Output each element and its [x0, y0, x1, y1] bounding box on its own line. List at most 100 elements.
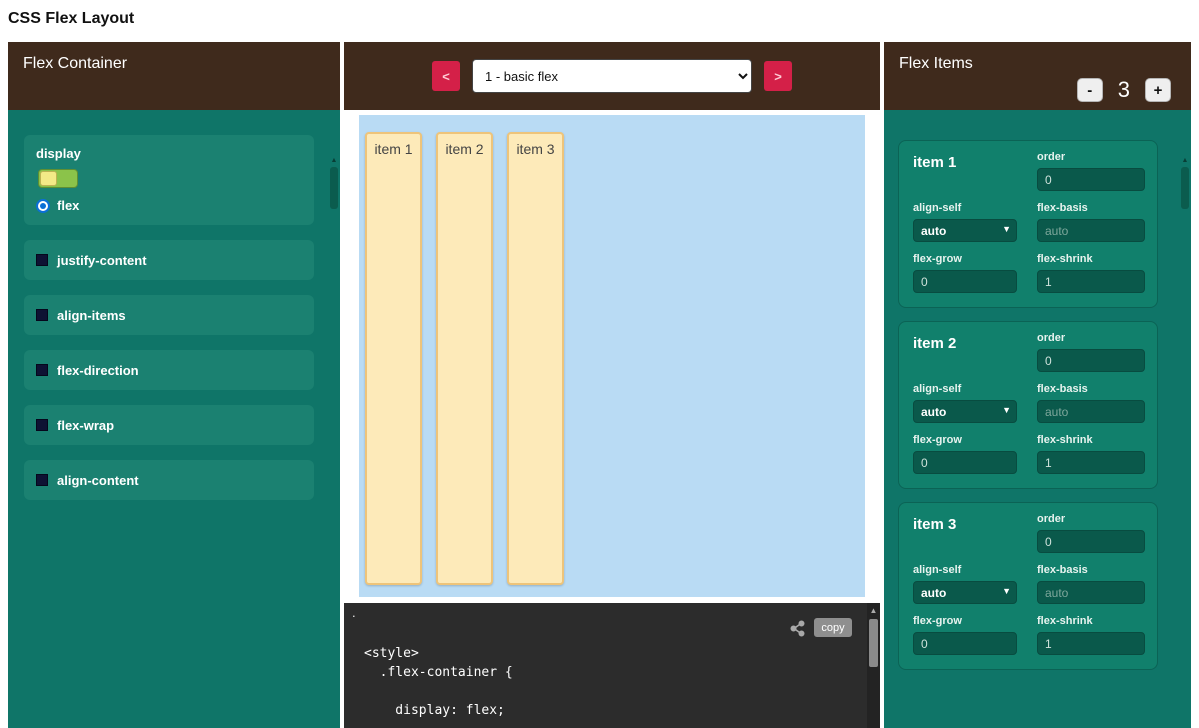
- order-field: order: [1037, 513, 1145, 553]
- align-self-label: align-self: [913, 383, 1027, 395]
- display-section: display flex: [24, 135, 314, 225]
- align-self-field: align-self auto ▼: [913, 202, 1027, 242]
- code-scrollbar[interactable]: ▲: [867, 603, 880, 728]
- flex-container-title: Flex Container: [23, 55, 127, 72]
- share-icon[interactable]: [789, 620, 806, 642]
- code-output: . copy <style> .flex-container { display…: [344, 603, 880, 728]
- flex-basis-input[interactable]: [1037, 581, 1145, 604]
- scrollbar-thumb[interactable]: [1181, 167, 1189, 209]
- card-title: item 2: [913, 332, 1027, 372]
- radio-dot-icon: [40, 203, 46, 209]
- code-line: display: flex;: [364, 701, 513, 720]
- order-input[interactable]: [1037, 349, 1145, 372]
- item-count: 3: [1118, 77, 1130, 103]
- next-preset-button[interactable]: >: [764, 61, 792, 91]
- order-field: order: [1037, 332, 1145, 372]
- option-label: align-items: [57, 308, 126, 323]
- code-line: .flex-container {: [364, 663, 513, 682]
- flex-basis-input[interactable]: [1037, 400, 1145, 423]
- option-label: flex-direction: [57, 363, 139, 378]
- scroll-up-icon[interactable]: ▲: [1180, 156, 1190, 165]
- justify-content-checkbox[interactable]: [36, 254, 48, 266]
- flex-grow-field: flex-grow: [913, 253, 1027, 293]
- add-item-button[interactable]: +: [1145, 78, 1171, 102]
- copy-button[interactable]: copy: [814, 618, 852, 637]
- flex-items-panel: Flex Items - 3 + item 1 order align-self…: [884, 42, 1191, 728]
- code-line: [364, 682, 513, 701]
- flex-shrink-label: flex-shrink: [1037, 615, 1145, 627]
- flex-container-panel: Flex Container display flex justify-cont…: [8, 42, 340, 728]
- preview-item: item 1: [365, 132, 422, 585]
- align-items-checkbox[interactable]: [36, 309, 48, 321]
- option-flex-direction[interactable]: flex-direction: [24, 350, 314, 390]
- code-text: <style> .flex-container { display: flex;: [364, 644, 513, 720]
- card-title: item 1: [913, 151, 1027, 191]
- flex-grow-field: flex-grow: [913, 434, 1027, 474]
- option-label: justify-content: [57, 253, 147, 268]
- flex-container-header: Flex Container: [8, 42, 340, 110]
- flex-direction-checkbox[interactable]: [36, 364, 48, 376]
- scroll-up-icon[interactable]: ▲: [329, 156, 339, 165]
- flex-wrap-checkbox[interactable]: [36, 419, 48, 431]
- flex-basis-label: flex-basis: [1037, 564, 1145, 576]
- flex-grow-label: flex-grow: [913, 615, 1027, 627]
- code-dot: .: [352, 605, 356, 620]
- card-title: item 3: [913, 513, 1027, 553]
- order-input[interactable]: [1037, 168, 1145, 191]
- flex-items-header: Flex Items - 3 +: [884, 42, 1191, 110]
- flex-radio[interactable]: [36, 199, 50, 213]
- order-label: order: [1037, 513, 1145, 525]
- flex-grow-input[interactable]: [913, 451, 1017, 474]
- align-self-select[interactable]: auto: [913, 219, 1017, 242]
- scroll-up-icon[interactable]: ▲: [867, 606, 880, 616]
- preview-item: item 2: [436, 132, 493, 585]
- option-align-content[interactable]: align-content: [24, 460, 314, 500]
- flex-shrink-input[interactable]: [1037, 632, 1145, 655]
- toggle-knob-icon: [40, 171, 57, 186]
- flex-basis-field: flex-basis: [1037, 383, 1145, 423]
- order-label: order: [1037, 151, 1145, 163]
- right-panel-scrollbar[interactable]: ▲: [1180, 154, 1190, 726]
- display-toggle[interactable]: [38, 169, 78, 188]
- prev-preset-button[interactable]: <: [432, 61, 460, 91]
- scrollbar-thumb[interactable]: [869, 619, 878, 667]
- order-input[interactable]: [1037, 530, 1145, 553]
- order-field: order: [1037, 151, 1145, 191]
- flex-grow-field: flex-grow: [913, 615, 1027, 655]
- flex-basis-field: flex-basis: [1037, 202, 1145, 242]
- scrollbar-thumb[interactable]: [330, 167, 338, 209]
- flex-basis-input[interactable]: [1037, 219, 1145, 242]
- preset-select[interactable]: 1 - basic flex: [472, 59, 752, 93]
- code-line: <style>: [364, 644, 513, 663]
- preview-item: item 3: [507, 132, 564, 585]
- flex-shrink-field: flex-shrink: [1037, 615, 1145, 655]
- preset-header: < 1 - basic flex >: [344, 42, 880, 110]
- align-self-select[interactable]: auto: [913, 581, 1017, 604]
- align-content-checkbox[interactable]: [36, 474, 48, 486]
- flex-shrink-field: flex-shrink: [1037, 434, 1145, 474]
- flex-grow-label: flex-grow: [913, 434, 1027, 446]
- display-label: display: [36, 146, 302, 161]
- option-label: align-content: [57, 473, 139, 488]
- flex-grow-input[interactable]: [913, 270, 1017, 293]
- option-align-items[interactable]: align-items: [24, 295, 314, 335]
- item-count-controls: - 3 +: [1077, 77, 1171, 103]
- order-label: order: [1037, 332, 1145, 344]
- remove-item-button[interactable]: -: [1077, 78, 1103, 102]
- option-justify-content[interactable]: justify-content: [24, 240, 314, 280]
- page: CSS Flex Layout Flex Container display f…: [0, 0, 1199, 728]
- flex-item-card-2: item 2 order align-self auto ▼ flex-basi…: [898, 321, 1158, 489]
- align-self-label: align-self: [913, 202, 1027, 214]
- left-panel-scrollbar[interactable]: ▲: [329, 154, 339, 726]
- flex-shrink-input[interactable]: [1037, 270, 1145, 293]
- flex-items-title: Flex Items: [899, 55, 973, 72]
- flex-item-cards: item 1 order align-self auto ▼ flex-basi…: [884, 110, 1191, 670]
- align-self-select[interactable]: auto: [913, 400, 1017, 423]
- flex-grow-label: flex-grow: [913, 253, 1027, 265]
- flex-radio-row[interactable]: flex: [36, 198, 302, 213]
- flex-shrink-input[interactable]: [1037, 451, 1145, 474]
- flex-grow-input[interactable]: [913, 632, 1017, 655]
- flex-item-card-3: item 3 order align-self auto ▼ flex-basi…: [898, 502, 1158, 670]
- option-flex-wrap[interactable]: flex-wrap: [24, 405, 314, 445]
- flex-preview-container: item 1 item 2 item 3: [359, 115, 865, 597]
